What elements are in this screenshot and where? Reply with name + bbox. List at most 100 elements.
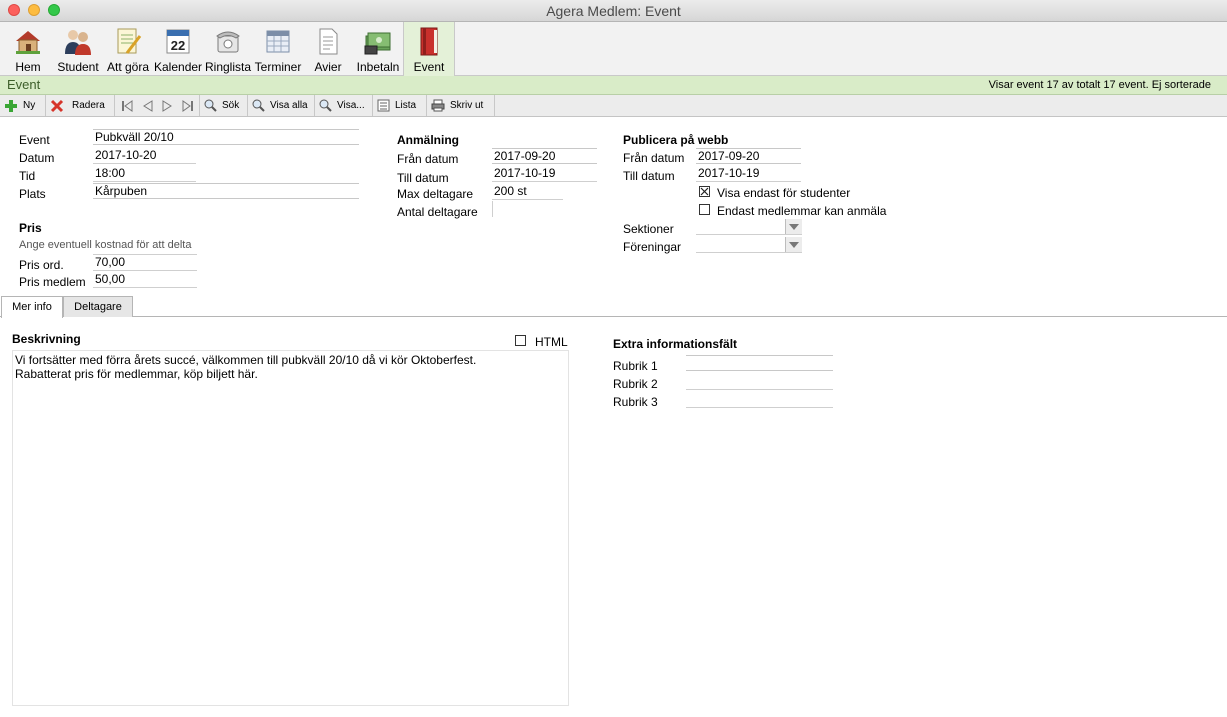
registration-heading: Anmälning (397, 133, 459, 147)
print-button-label: Skriv ut (450, 100, 484, 111)
extra-field-label-1: Rubrik 1 (613, 359, 658, 373)
toolbar-inbetaln-button[interactable]: Inbetaln (354, 22, 402, 75)
publish-from-label: Från datum (623, 151, 685, 165)
previous-icon (143, 99, 153, 112)
registration-from-field[interactable]: 2017-09-20 (492, 148, 597, 164)
next-icon (162, 99, 172, 112)
record-toolbar: Ny Radera Sök Visa alla Visa... Lista Sk… (0, 95, 1227, 117)
price-hint: Ange eventuell kostnad för att delta (19, 239, 192, 251)
registration-to-label: Till datum (397, 171, 449, 185)
section-header: Event Visar event 17 av totalt 17 event.… (0, 76, 1227, 95)
delete-icon (50, 99, 64, 112)
participant-count-label: Antal deltagare (397, 205, 478, 219)
window-title: Agera Medlem: Event (546, 3, 681, 19)
event-label: Event (19, 133, 50, 147)
magnifier-icon (252, 99, 265, 112)
students-only-checkbox[interactable] (699, 186, 710, 197)
extra-field-input-2[interactable] (686, 374, 833, 390)
publish-to-label: Till datum (623, 169, 675, 183)
calendar-icon: 22 (166, 29, 190, 54)
date-field[interactable]: 2017-10-20 (93, 148, 196, 164)
show-all-button-label: Visa alla (270, 100, 308, 111)
toolbar-label: Inbetaln (356, 60, 400, 74)
associations-dropdown[interactable] (696, 237, 802, 253)
sections-label: Sektioner (623, 222, 674, 236)
price-ord-field[interactable]: 70,00 (93, 255, 197, 271)
place-field[interactable]: Kårpuben (93, 183, 359, 199)
toolbar-event-button[interactable]: Event (403, 22, 455, 76)
toolbar-avier-button[interactable]: Avier (304, 22, 352, 75)
plus-icon (5, 99, 17, 112)
max-participants-field[interactable]: 200 st (492, 184, 563, 200)
toolbar-label: Att göra (106, 60, 150, 74)
next-record-button[interactable] (157, 95, 178, 116)
print-button[interactable]: Skriv ut (427, 95, 495, 116)
show-button[interactable]: Visa... (315, 95, 373, 116)
registration-to-field[interactable]: 2017-10-19 (492, 166, 597, 182)
place-label: Plats (19, 187, 46, 201)
toolbar-label: Terminer (254, 60, 302, 74)
grid-calendar-icon (266, 30, 290, 53)
associations-label: Föreningar (623, 240, 682, 254)
window-titlebar: Agera Medlem: Event (0, 0, 1227, 22)
toolbar-label: Avier (314, 60, 342, 74)
delete-button[interactable]: Radera (46, 95, 115, 116)
money-icon (364, 32, 391, 55)
dropdown-arrow-button[interactable] (785, 219, 802, 234)
new-button-label: Ny (23, 100, 36, 111)
list-icon (377, 99, 390, 112)
list-button-label: Lista (395, 100, 417, 111)
previous-record-button[interactable] (138, 95, 157, 116)
show-all-button[interactable]: Visa alla (248, 95, 315, 116)
time-label: Tid (19, 169, 36, 183)
first-icon (122, 99, 133, 112)
new-button[interactable]: Ny (0, 95, 46, 116)
time-field[interactable]: 18:00 (93, 166, 196, 182)
record-status: Visar event 17 av totalt 17 event. Ej so… (988, 79, 1211, 91)
toolbar-label: Ringlista (204, 60, 252, 74)
search-button-label: Sök (222, 100, 240, 111)
toolbar-label: Student (57, 60, 99, 74)
toolbar-label: Kalender (154, 60, 203, 74)
extra-field-input-1[interactable] (686, 355, 833, 371)
members-only-label: Endast medlemmar kan anmäla (717, 204, 887, 218)
members-only-checkbox[interactable] (699, 204, 710, 215)
last-record-button[interactable] (178, 95, 200, 116)
price-member-field[interactable]: 50,00 (93, 272, 197, 288)
publish-from-field[interactable]: 2017-09-20 (696, 148, 801, 164)
chevron-down-icon (789, 242, 799, 248)
price-ord-label: Pris ord. (19, 258, 64, 272)
extra-field-input-3[interactable] (686, 392, 833, 408)
participant-count-field (492, 201, 563, 217)
search-button[interactable]: Sök (200, 95, 248, 116)
checkmark-x-icon (700, 187, 709, 196)
dropdown-arrow-button[interactable] (785, 237, 802, 252)
calendar-day: 22 (171, 38, 185, 53)
description-heading: Beskrivning (12, 332, 81, 346)
phone-icon (216, 31, 240, 53)
publish-to-field[interactable]: 2017-10-19 (696, 166, 801, 182)
html-checkbox[interactable] (515, 335, 526, 346)
first-record-button[interactable] (117, 95, 138, 116)
sections-dropdown[interactable] (696, 219, 802, 235)
book-icon (420, 27, 438, 56)
toolbar-label: Hem (15, 60, 41, 74)
toolbar-hem-button[interactable]: Hem (4, 22, 52, 75)
price-heading: Pris (19, 221, 42, 235)
list-button[interactable]: Lista (373, 95, 427, 116)
toolbar-attgora-button[interactable]: Att göra (104, 22, 152, 75)
description-textarea[interactable]: Vi fortsätter med förra årets succé, väl… (12, 350, 569, 706)
extra-field-label-3: Rubrik 3 (613, 395, 658, 409)
tab-deltagare[interactable]: Deltagare (63, 296, 133, 317)
date-label: Datum (19, 151, 55, 165)
toolbar-terminer-button[interactable]: Terminer (254, 22, 302, 75)
toolbar-student-button[interactable]: Student (54, 22, 102, 75)
toolbar-ringlista-button[interactable]: Ringlista (204, 22, 252, 75)
event-name-field[interactable]: Pubkväll 20/10 (93, 129, 359, 145)
toolbar-label: Event (413, 60, 445, 74)
chevron-down-icon (789, 224, 799, 230)
delete-button-label: Radera (72, 100, 105, 111)
toolbar-kalender-button[interactable]: 22 Kalender (154, 22, 202, 75)
tab-mer-info[interactable]: Mer info (1, 296, 63, 318)
printer-icon (431, 99, 445, 112)
